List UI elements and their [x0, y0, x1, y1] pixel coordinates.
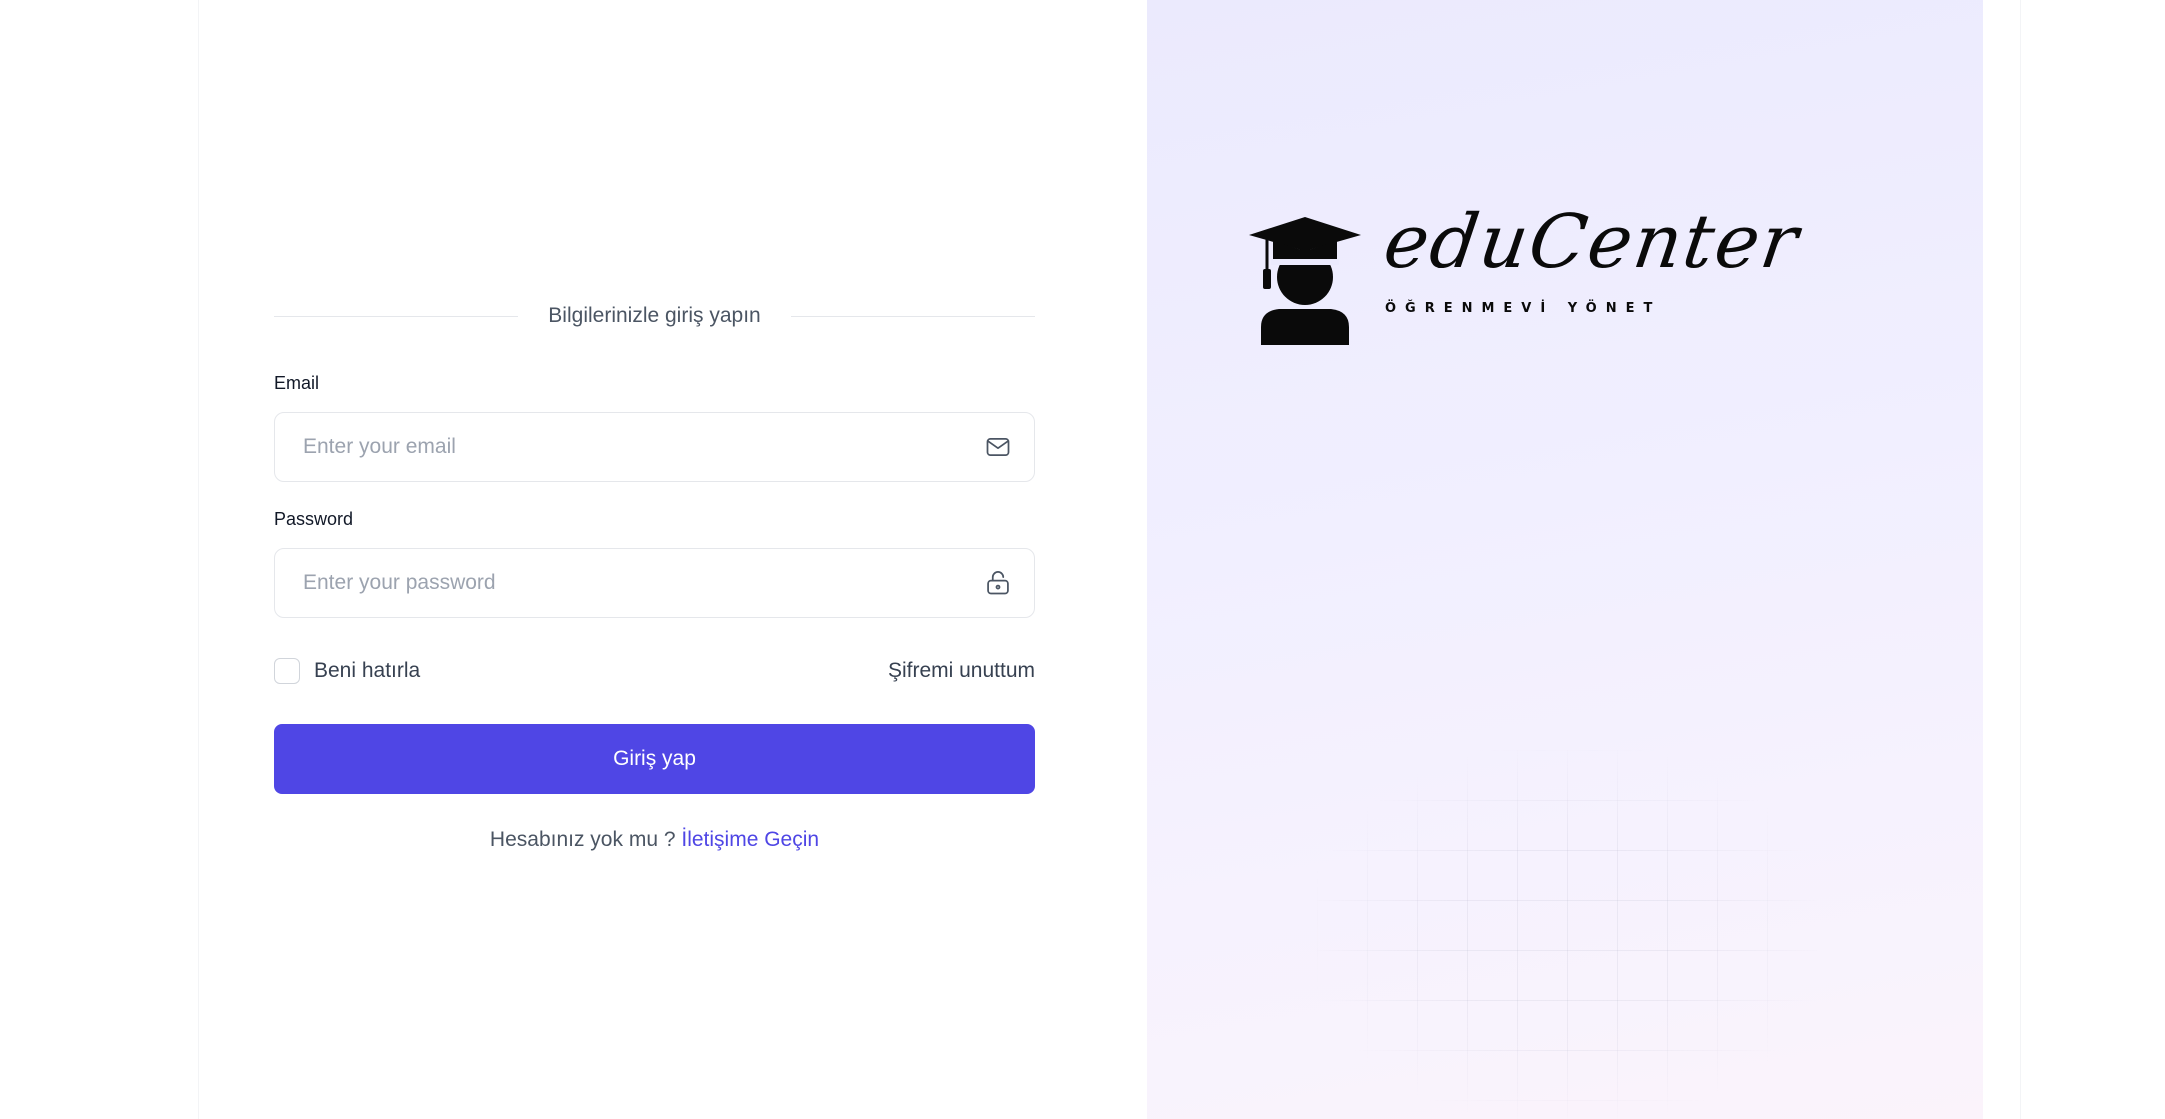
brand-wordmark: eduCenter: [1378, 199, 1805, 285]
brand-panel: eduCenter ÖĞRENMEVİ YÖNET: [1147, 0, 1983, 1119]
brand-logo: eduCenter ÖĞRENMEVİ YÖNET: [1247, 195, 1805, 345]
password-label: Password: [274, 509, 354, 529]
graduate-icon: [1249, 217, 1361, 345]
remember-me-label: Beni hatırla: [314, 659, 421, 682]
email-field-wrapper: [274, 412, 1035, 482]
divider-right: [790, 315, 1036, 317]
brand-text: eduCenter ÖĞRENMEVİ YÖNET: [1379, 199, 1805, 316]
divider-left: [274, 315, 519, 317]
page-frame-left: [198, 0, 199, 1119]
form-caption: Bilgilerinizle giriş yapın: [548, 304, 761, 327]
signup-prompt: Hesabınız yok mu ?: [489, 828, 676, 851]
login-page: Bilgilerinizle giriş yapın Email Passwor…: [0, 0, 2165, 1119]
mail-icon: [986, 437, 1010, 457]
email-field[interactable]: [275, 413, 1034, 481]
form-options-row: Beni hatırla Şifremi unuttum: [274, 656, 1035, 686]
grid-pattern: [1317, 750, 1817, 1119]
lock-icon[interactable]: [984, 569, 1012, 597]
login-button[interactable]: Giriş yap: [274, 724, 1035, 794]
signup-row: Hesabınız yok mu ? İletişime Geçin: [274, 828, 1035, 852]
login-form: Bilgilerinizle giriş yapın Email Passwor…: [274, 300, 1036, 852]
forgot-password-link[interactable]: Şifremi unuttum: [888, 659, 1035, 683]
remember-me-toggle[interactable]: Beni hatırla: [274, 658, 420, 684]
form-caption-row: Bilgilerinizle giriş yapın: [274, 300, 1036, 332]
password-field[interactable]: [275, 549, 1034, 617]
remember-me-checkbox[interactable]: [274, 658, 300, 684]
contact-link[interactable]: İletişime Geçin: [681, 828, 819, 851]
email-label: Email: [274, 373, 320, 393]
password-field-wrapper: [274, 548, 1035, 618]
brand-tagline: ÖĞRENMEVİ YÖNET: [1385, 301, 1662, 316]
page-frame-right: [2020, 0, 2021, 1119]
